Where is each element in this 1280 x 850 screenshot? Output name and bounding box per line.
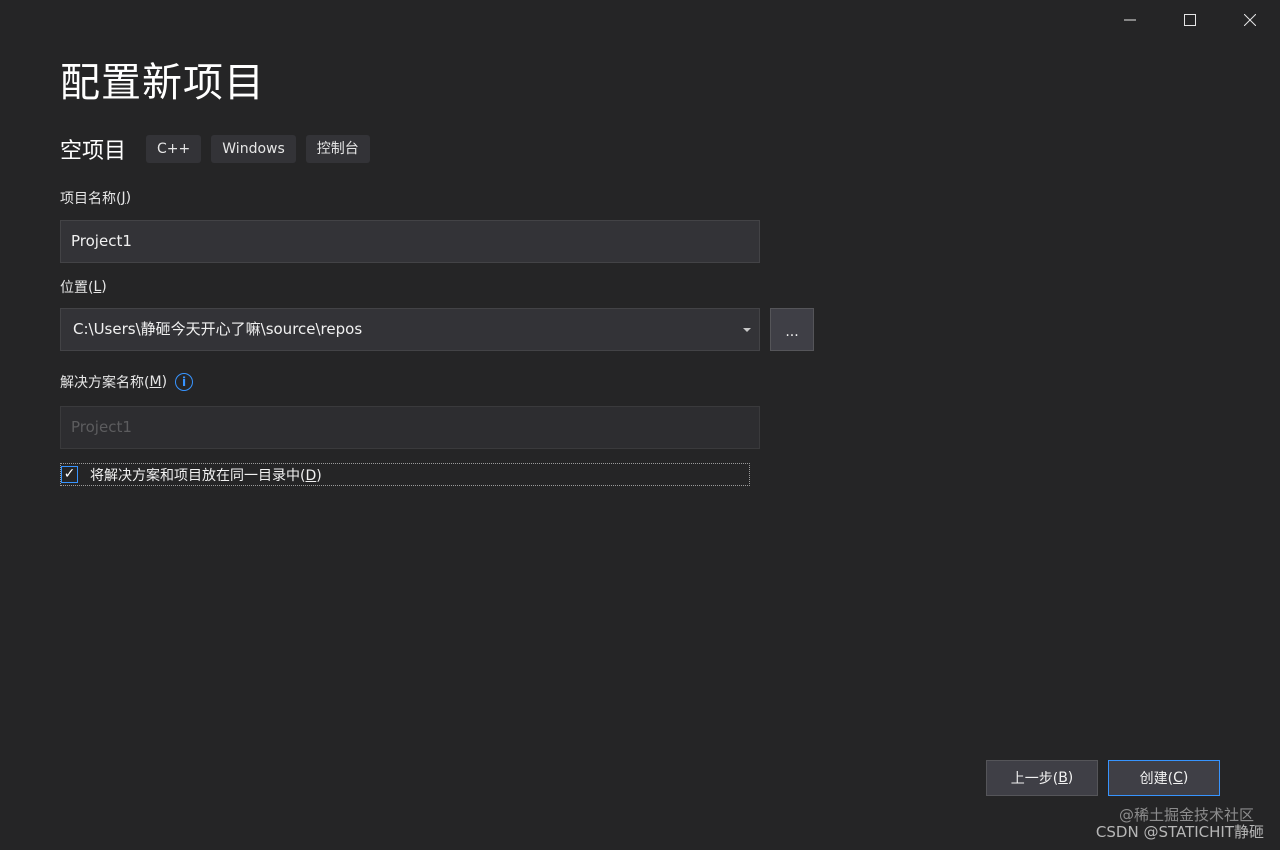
project-name-label: 项目名称(J)	[60, 190, 132, 207]
browse-button[interactable]: ...	[770, 308, 814, 351]
same-directory-label: 将解决方案和项目放在同一目录中(D)	[90, 467, 322, 484]
window-controls	[1100, 0, 1280, 40]
solution-name-input: Project1	[60, 406, 760, 449]
location-label: 位置(L)	[60, 279, 107, 296]
solution-name-label: 解决方案名称(M) i	[60, 372, 194, 392]
tag-project-type: 控制台	[305, 135, 370, 163]
location-combobox[interactable]: C:\Users\静砸今天开心了嘛\source\repos	[60, 308, 760, 351]
minimize-icon	[1124, 19, 1136, 21]
template-name: 空项目	[60, 139, 127, 164]
solution-name-value: Project1	[71, 418, 132, 436]
project-name-input[interactable]: Project1	[60, 220, 760, 263]
template-summary: 空项目 C++ Windows 控制台	[60, 134, 380, 164]
close-button[interactable]	[1220, 0, 1280, 40]
close-icon	[1244, 14, 1256, 26]
same-directory-option[interactable]: ✓ 将解决方案和项目放在同一目录中(D)	[60, 463, 750, 486]
location-value: C:\Users\静砸今天开心了嘛\source\repos	[73, 320, 363, 338]
tag-platform: Windows	[211, 135, 296, 163]
create-button[interactable]: 创建(C)	[1108, 760, 1220, 796]
watermark-csdn: CSDN @STATICHIT静砸	[1095, 823, 1264, 841]
tag-language: C++	[146, 135, 202, 163]
back-button[interactable]: 上一步(B)	[986, 760, 1098, 796]
info-icon[interactable]: i	[175, 373, 194, 391]
maximize-button[interactable]	[1160, 0, 1220, 40]
same-directory-checkbox[interactable]: ✓	[61, 466, 78, 483]
page-title: 配置新项目	[60, 60, 265, 106]
minimize-button[interactable]	[1100, 0, 1160, 40]
project-name-value: Project1	[71, 232, 132, 250]
maximize-icon	[1184, 14, 1196, 26]
chevron-down-icon[interactable]	[741, 309, 753, 350]
